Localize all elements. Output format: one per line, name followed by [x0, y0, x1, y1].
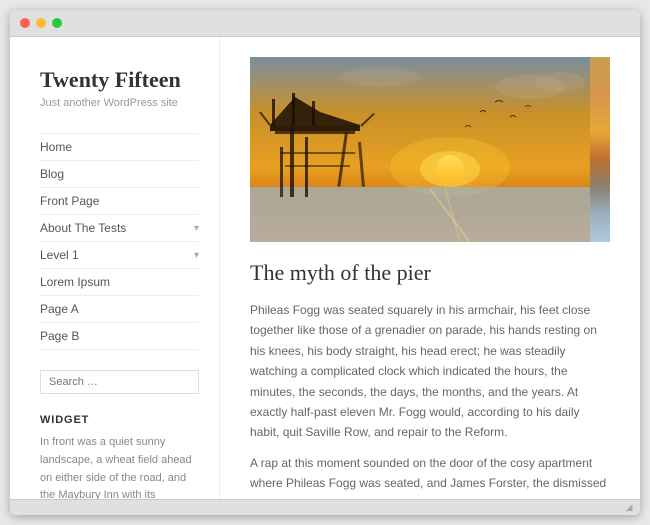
- browser-window: Twenty Fifteen Just another WordPress si…: [10, 10, 640, 515]
- nav-link-lorem[interactable]: Lorem Ipsum: [40, 269, 199, 295]
- nav-link-front-page[interactable]: Front Page: [40, 188, 199, 214]
- post-body: Phileas Fogg was seated squarely in his …: [250, 300, 610, 499]
- nav-item-page-a: Page A: [40, 295, 199, 322]
- nav-link-about[interactable]: About The Tests ▾: [40, 215, 199, 241]
- widget-title: WIDGET: [40, 414, 199, 426]
- sidebar: Twenty Fifteen Just another WordPress si…: [10, 37, 220, 499]
- nav-label-blog: Blog: [40, 167, 64, 181]
- nav-label-lorem: Lorem Ipsum: [40, 275, 110, 289]
- nav-link-blog[interactable]: Blog: [40, 161, 199, 187]
- nav-item-front-page: Front Page: [40, 187, 199, 214]
- main-nav: Home Blog Front Page: [40, 133, 199, 350]
- nav-label-level1: Level 1: [40, 248, 79, 262]
- close-button[interactable]: [20, 18, 30, 28]
- nav-item-about: About The Tests ▾: [40, 214, 199, 241]
- browser-content: Twenty Fifteen Just another WordPress si…: [10, 37, 640, 499]
- widget-text: In front was a quiet sunny landscape, a …: [40, 434, 199, 499]
- browser-chrome: [10, 10, 640, 37]
- nav-menu: Home Blog Front Page: [40, 133, 199, 350]
- main-content: The myth of the pier Phileas Fogg was se…: [220, 37, 640, 499]
- nav-label-page-a: Page A: [40, 302, 79, 316]
- resize-handle[interactable]: ◢: [624, 503, 634, 513]
- nav-label-home: Home: [40, 140, 72, 154]
- nav-label-front-page: Front Page: [40, 194, 99, 208]
- post-paragraph-1: Phileas Fogg was seated squarely in his …: [250, 300, 610, 443]
- nav-item-page-b: Page B: [40, 322, 199, 350]
- nav-item-level1: Level 1 ▾: [40, 241, 199, 268]
- search-box: [40, 370, 199, 394]
- chevron-down-icon: ▾: [194, 223, 199, 234]
- maximize-button[interactable]: [52, 18, 62, 28]
- nav-item-lorem: Lorem Ipsum: [40, 268, 199, 295]
- featured-image: [250, 57, 610, 242]
- wordpress-page: Twenty Fifteen Just another WordPress si…: [10, 37, 640, 499]
- nav-item-blog: Blog: [40, 160, 199, 187]
- nav-label-about: About The Tests: [40, 221, 126, 235]
- site-tagline: Just another WordPress site: [40, 97, 199, 109]
- post-paragraph-2: A rap at this moment sounded on the door…: [250, 453, 610, 499]
- minimize-button[interactable]: [36, 18, 46, 28]
- nav-link-page-a[interactable]: Page A: [40, 296, 199, 322]
- nav-link-page-b[interactable]: Page B: [40, 323, 199, 349]
- pier-illustration: [250, 57, 590, 242]
- nav-item-home: Home: [40, 133, 199, 160]
- nav-link-home[interactable]: Home: [40, 134, 199, 160]
- nav-link-level1[interactable]: Level 1 ▾: [40, 242, 199, 268]
- chevron-down-icon-2: ▾: [194, 250, 199, 261]
- post-title: The myth of the pier: [250, 260, 610, 286]
- nav-label-page-b: Page B: [40, 329, 79, 343]
- search-input[interactable]: [40, 370, 199, 394]
- site-title: Twenty Fifteen: [40, 67, 199, 93]
- browser-bottom-bar: ◢: [10, 499, 640, 515]
